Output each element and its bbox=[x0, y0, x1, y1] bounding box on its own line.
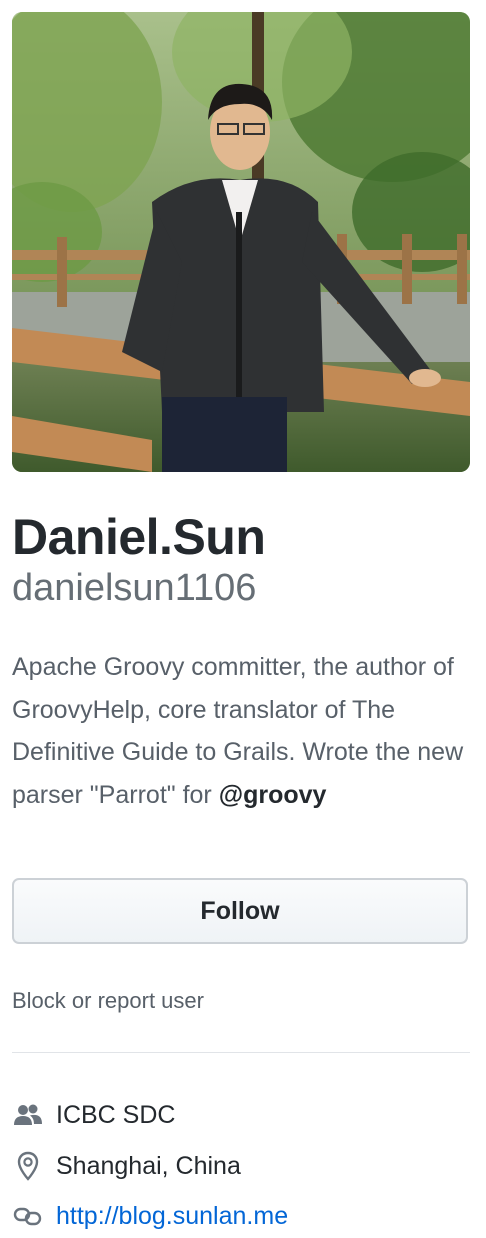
organization-text: ICBC SDC bbox=[56, 1100, 176, 1129]
profile-sidebar: Daniel.Sun danielsun1106 Apache Groovy c… bbox=[0, 0, 486, 1238]
organization-detail: ICBC SDC bbox=[12, 1098, 175, 1132]
location-pin-icon bbox=[12, 1150, 44, 1182]
website-detail: http://blog.sunlan.me bbox=[12, 1199, 288, 1233]
avatar[interactable] bbox=[12, 12, 470, 472]
location-detail: Shanghai, China bbox=[12, 1149, 241, 1183]
profile-username: danielsun1106 bbox=[12, 567, 257, 609]
follow-button[interactable]: Follow bbox=[12, 878, 468, 944]
link-icon bbox=[12, 1200, 44, 1232]
website-link[interactable]: http://blog.sunlan.me bbox=[56, 1202, 288, 1231]
profile-bio: Apache Groovy committer, the author of G… bbox=[12, 646, 474, 816]
bio-mention-link[interactable]: @groovy bbox=[219, 781, 327, 809]
block-report-link[interactable]: Block or report user bbox=[12, 986, 204, 1016]
people-icon bbox=[12, 1099, 44, 1131]
avatar-photo bbox=[12, 12, 470, 472]
profile-fullname: Daniel.Sun bbox=[12, 509, 266, 565]
divider bbox=[12, 1052, 470, 1053]
location-text: Shanghai, China bbox=[56, 1151, 241, 1180]
